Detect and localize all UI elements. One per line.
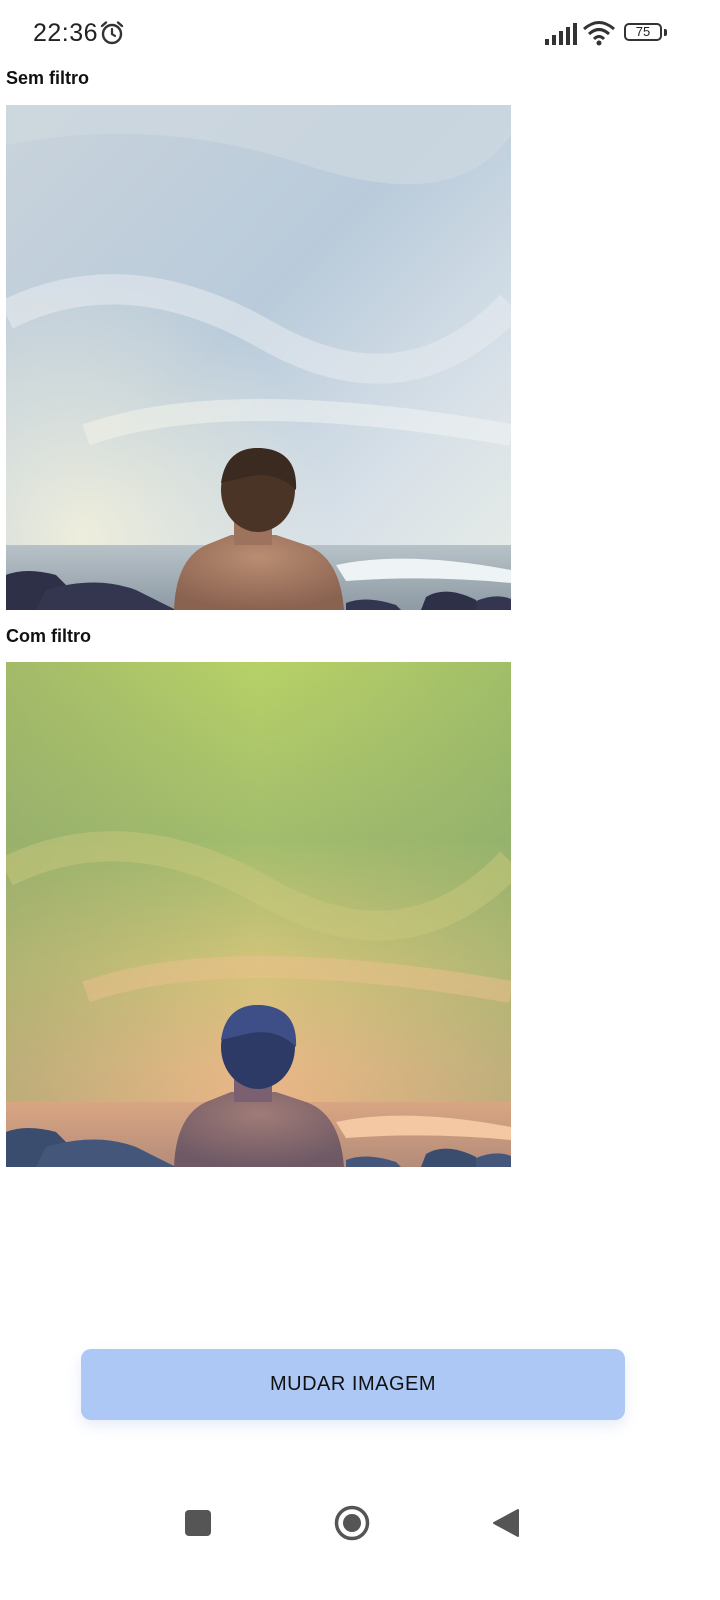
signal-icon (545, 23, 577, 45)
battery-tip (664, 29, 667, 36)
filtered-image (6, 662, 511, 1167)
change-image-button[interactable]: MUDAR IMAGEM (81, 1349, 625, 1420)
wifi-icon (583, 21, 615, 46)
screen: 22:36 75 Sem filtro Com filtro MUDAR IMA… (0, 0, 720, 1600)
battery-icon: 75 (624, 23, 662, 41)
status-time: 22:36 (33, 19, 99, 47)
back-triangle-icon[interactable] (492, 1508, 520, 1538)
alarm-icon (100, 21, 124, 45)
status-bar: 22:36 75 (0, 0, 720, 66)
home-circle-icon[interactable] (334, 1505, 370, 1541)
original-image (6, 105, 511, 610)
label-no-filter: Sem filtro (6, 68, 90, 88)
recents-square-icon[interactable] (185, 1510, 211, 1536)
label-with-filter: Com filtro (6, 626, 91, 646)
